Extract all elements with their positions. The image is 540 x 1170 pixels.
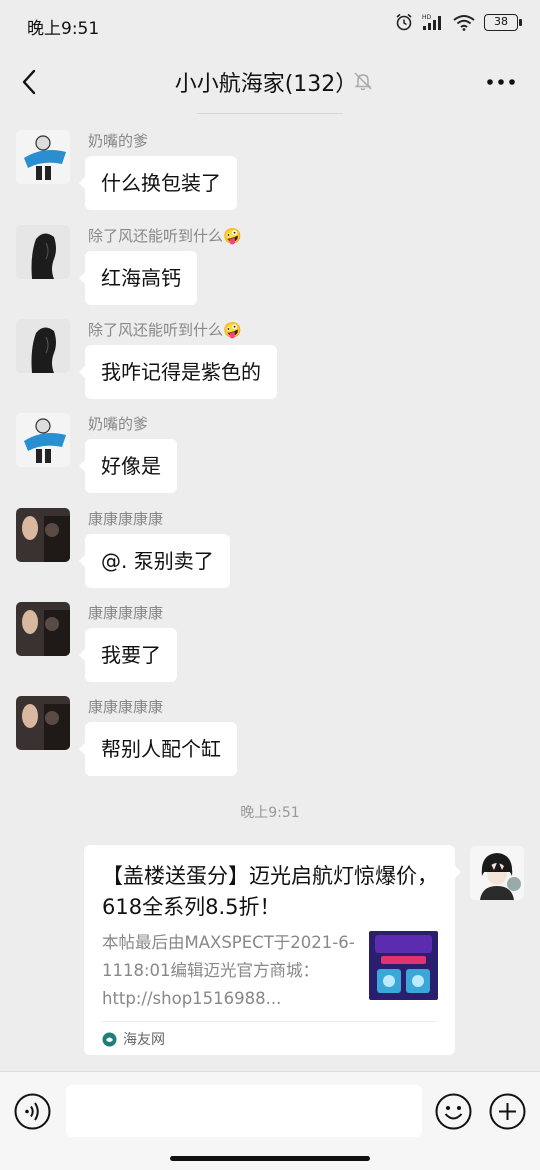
voice-icon[interactable] <box>14 1093 51 1130</box>
link-card-title: 【盖楼送蛋分】迈光启航灯惊爆价，618全系列8.5折！ <box>102 864 438 919</box>
message-bubble[interactable]: 我咋记得是紫色的 <box>79 345 277 399</box>
message-bubble[interactable]: @. 泵别卖了 <box>79 534 230 588</box>
svg-text:HD: HD <box>422 14 432 21</box>
link-card-source-name: 海友网 <box>123 1032 165 1048</box>
message-bubble[interactable]: 红海高钙 <box>79 251 197 305</box>
avatar[interactable] <box>16 602 70 656</box>
source-logo-icon <box>102 1032 117 1046</box>
link-card-thumbnail <box>369 931 438 1000</box>
battery-icon: 38 <box>484 13 522 31</box>
avatar[interactable] <box>16 413 70 467</box>
sender-name: 除了风还能听到什么🤪 <box>88 321 242 339</box>
link-card-description: 本帖最后由MAXSPECT于2021-6-1118:01编辑迈光官方商城：htt… <box>102 933 355 1008</box>
plus-icon[interactable] <box>489 1093 526 1130</box>
avatar[interactable] <box>16 225 70 279</box>
chat-header: 小小航海家(132） <box>0 50 540 114</box>
input-bar <box>0 1071 540 1170</box>
status-icons: HD 38 <box>395 13 522 31</box>
home-indicator[interactable] <box>170 1156 370 1161</box>
sender-name: 康康康康康 <box>88 698 164 716</box>
wifi-icon <box>453 14 475 31</box>
sender-name: 康康康康康 <box>88 510 164 528</box>
hd-signal-icon: HD <box>422 14 441 30</box>
link-card-source: 海友网 <box>102 1029 165 1049</box>
message-input[interactable] <box>66 1085 422 1137</box>
message-bubble[interactable]: 好像是 <box>79 439 177 493</box>
page-title[interactable]: 小小航海家(132） <box>0 66 540 98</box>
sender-name: 除了风还能听到什么🤪 <box>88 227 242 245</box>
sender-name: 康康康康康 <box>88 604 164 622</box>
link-card-divider <box>102 1021 437 1022</box>
emoji-icon[interactable] <box>435 1093 472 1130</box>
message-bubble[interactable]: 我要了 <box>79 628 177 682</box>
link-card[interactable]: 【盖楼送蛋分】迈光启航灯惊爆价，618全系列8.5折！ 本帖最后由MAXSPEC… <box>84 845 461 1055</box>
title-divider <box>197 113 343 114</box>
alarm-icon <box>396 13 412 31</box>
status-time: 晚上9:51 <box>27 19 100 39</box>
my-avatar[interactable] <box>470 846 524 900</box>
battery-level: 38 <box>494 14 508 28</box>
avatar[interactable] <box>16 696 70 750</box>
sender-name: 奶嘴的爹 <box>88 415 149 433</box>
sender-name: 奶嘴的爹 <box>88 132 149 150</box>
message-bubble[interactable]: 帮别人配个缸 <box>79 722 237 776</box>
message-timestamp: 晚上9:51 <box>240 805 300 821</box>
avatar[interactable] <box>16 508 70 562</box>
avatar[interactable] <box>16 130 70 184</box>
status-bar: 晚上9:51 HD 38 <box>0 0 540 48</box>
more-dots-icon[interactable] <box>486 78 516 86</box>
avatar[interactable] <box>16 319 70 373</box>
bell-muted-icon <box>354 72 372 91</box>
message-bubble[interactable]: 什么换包装了 <box>79 156 237 210</box>
